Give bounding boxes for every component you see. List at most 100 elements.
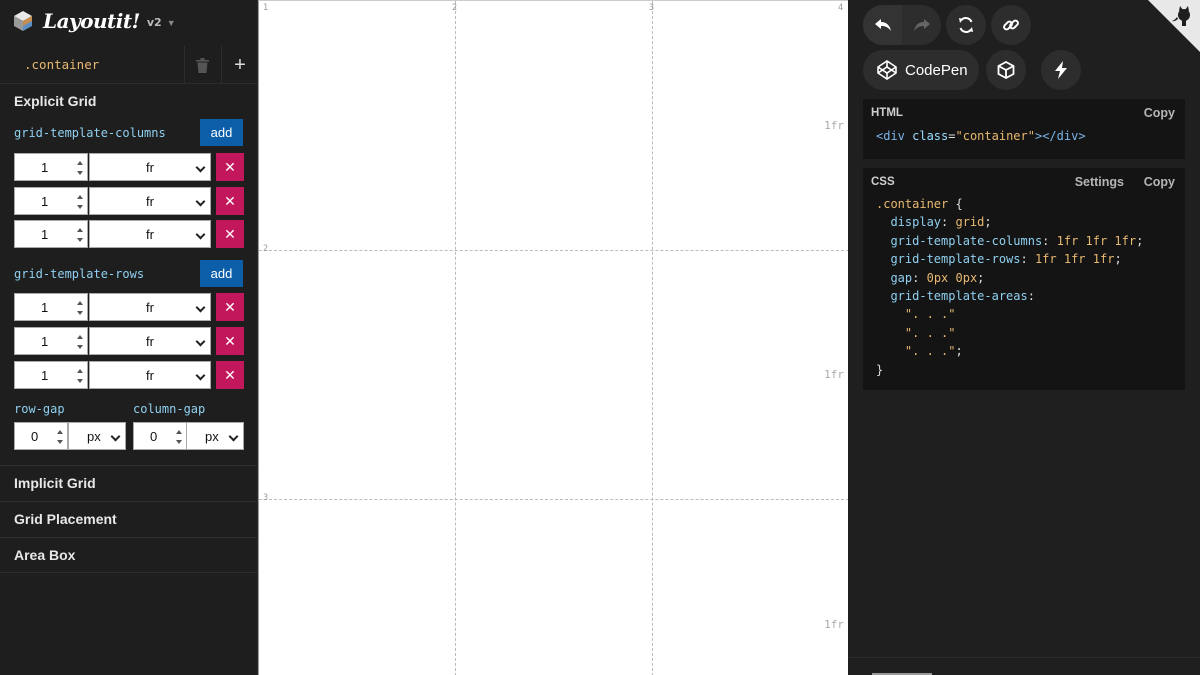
delete-selector-button[interactable]	[184, 46, 220, 84]
undo-redo-group	[863, 5, 941, 45]
chevron-down-icon	[195, 196, 206, 207]
html-code: <div class="container"></div>	[876, 129, 1086, 143]
undo-icon	[874, 19, 891, 31]
sidebar: Layoutit! v2 ▼ .container + Explicit Gri…	[0, 0, 258, 675]
grid-canvas[interactable]: 1 2 3 4 2 3 1fr 1fr 1fr	[258, 0, 849, 675]
column-line-number: 1	[263, 3, 269, 13]
spinner-icon[interactable]	[77, 369, 84, 383]
refresh-icon	[959, 17, 973, 33]
grid-placement-section[interactable]: Grid Placement	[0, 501, 258, 537]
spinner-icon[interactable]	[77, 335, 84, 349]
column-gap-unit-select[interactable]: px	[186, 422, 244, 450]
css-code: .container { display: grid; grid-templat…	[876, 197, 1144, 377]
spinner-icon[interactable]	[77, 301, 84, 315]
row-size-label: 1fr	[824, 618, 844, 631]
row-line-number: 3	[263, 493, 269, 503]
github-corner-icon[interactable]	[1148, 0, 1200, 52]
area-box-section[interactable]: Area Box	[0, 537, 258, 573]
code-panel: CodePen HTML Copy <div class="container"…	[848, 0, 1200, 675]
remove-row-button[interactable]: ✕	[216, 361, 244, 389]
spinner-icon[interactable]	[57, 430, 64, 444]
codepen-export-button[interactable]: CodePen	[863, 50, 979, 90]
codesandbox-export-button[interactable]	[986, 50, 1026, 90]
rows-label: grid-template-rows	[14, 267, 145, 281]
row-size-input[interactable]: 1	[14, 361, 88, 389]
close-icon: ✕	[224, 225, 236, 242]
box-icon	[997, 61, 1015, 79]
add-selector-button[interactable]: +	[221, 46, 258, 84]
redo-button[interactable]	[902, 5, 941, 45]
spinner-icon[interactable]	[77, 161, 84, 175]
row-size-label: 1fr	[824, 119, 844, 132]
column-unit-select[interactable]: fr	[89, 187, 211, 215]
undo-button[interactable]	[863, 5, 902, 45]
column-gap-label: column-gap	[133, 402, 206, 416]
add-column-button[interactable]: add	[200, 119, 243, 146]
column-line-number: 2	[452, 3, 458, 13]
html-card-title: HTML	[871, 107, 903, 119]
chevron-down-icon	[195, 302, 206, 313]
lightning-icon	[1055, 61, 1067, 79]
row-size-input[interactable]: 1	[14, 293, 88, 321]
plus-icon: +	[234, 53, 246, 76]
column-line-number: 4	[838, 3, 844, 13]
row-unit-select[interactable]: fr	[89, 361, 211, 389]
row-line-number: 2	[263, 244, 269, 254]
row-gap-unit-select[interactable]: px	[68, 422, 126, 450]
chevron-down-icon	[195, 229, 206, 240]
row-track-row: 1 fr ✕	[14, 327, 244, 355]
css-card-title: CSS	[871, 176, 895, 188]
row-unit-select[interactable]: fr	[89, 327, 211, 355]
chevron-down-icon	[110, 431, 121, 442]
close-icon: ✕	[224, 298, 236, 315]
copy-html-button[interactable]: Copy	[1144, 106, 1175, 120]
close-icon: ✕	[224, 158, 236, 175]
row-size-input[interactable]: 1	[14, 327, 88, 355]
chevron-down-icon	[228, 431, 239, 442]
remove-row-button[interactable]: ✕	[216, 327, 244, 355]
spinner-icon[interactable]	[77, 228, 84, 242]
remove-column-button[interactable]: ✕	[216, 153, 244, 181]
column-line	[455, 1, 456, 675]
column-track-row: 1 fr ✕	[14, 153, 244, 181]
column-gap-input[interactable]: 0	[133, 422, 187, 450]
column-unit-select[interactable]: fr	[89, 220, 211, 248]
column-unit-select[interactable]: fr	[89, 153, 211, 181]
row-size-label: 1fr	[824, 368, 844, 381]
column-size-input[interactable]: 1	[14, 220, 88, 248]
share-link-button[interactable]	[991, 5, 1031, 45]
implicit-grid-section[interactable]: Implicit Grid	[0, 465, 258, 501]
css-settings-button[interactable]: Settings	[1075, 175, 1124, 189]
row-track-row: 1 fr ✕	[14, 361, 244, 389]
stackblitz-export-button[interactable]	[1041, 50, 1081, 90]
html-code-card: HTML Copy <div class="container"></div>	[863, 99, 1185, 159]
row-unit-select[interactable]: fr	[89, 293, 211, 321]
close-icon: ✕	[224, 366, 236, 383]
codepen-icon	[877, 60, 897, 80]
app-logo[interactable]: Layoutit! v2 ▼	[12, 8, 176, 34]
app-version: v2	[146, 16, 162, 29]
spinner-icon[interactable]	[77, 195, 84, 209]
selector-row: .container +	[0, 46, 258, 84]
close-icon: ✕	[224, 332, 236, 349]
selector-name[interactable]: .container	[24, 57, 99, 72]
trash-icon	[196, 57, 209, 73]
explicit-grid-title[interactable]: Explicit Grid	[14, 93, 96, 109]
row-line	[259, 499, 849, 500]
app-name: Layoutit!	[43, 9, 140, 33]
copy-css-button[interactable]: Copy	[1144, 175, 1175, 189]
chevron-down-icon	[195, 162, 206, 173]
remove-column-button[interactable]: ✕	[216, 187, 244, 215]
spinner-icon[interactable]	[176, 430, 183, 444]
column-size-input[interactable]: 1	[14, 187, 88, 215]
column-line-number: 3	[649, 3, 655, 13]
column-size-input[interactable]: 1	[14, 153, 88, 181]
remove-row-button[interactable]: ✕	[216, 293, 244, 321]
reset-button[interactable]	[946, 5, 986, 45]
remove-column-button[interactable]: ✕	[216, 220, 244, 248]
row-gap-input[interactable]: 0	[14, 422, 68, 450]
column-line	[652, 1, 653, 675]
css-code-card: CSS Settings Copy .container { display: …	[863, 168, 1185, 390]
add-row-button[interactable]: add	[200, 260, 243, 287]
chevron-down-icon[interactable]: ▼	[167, 18, 176, 28]
